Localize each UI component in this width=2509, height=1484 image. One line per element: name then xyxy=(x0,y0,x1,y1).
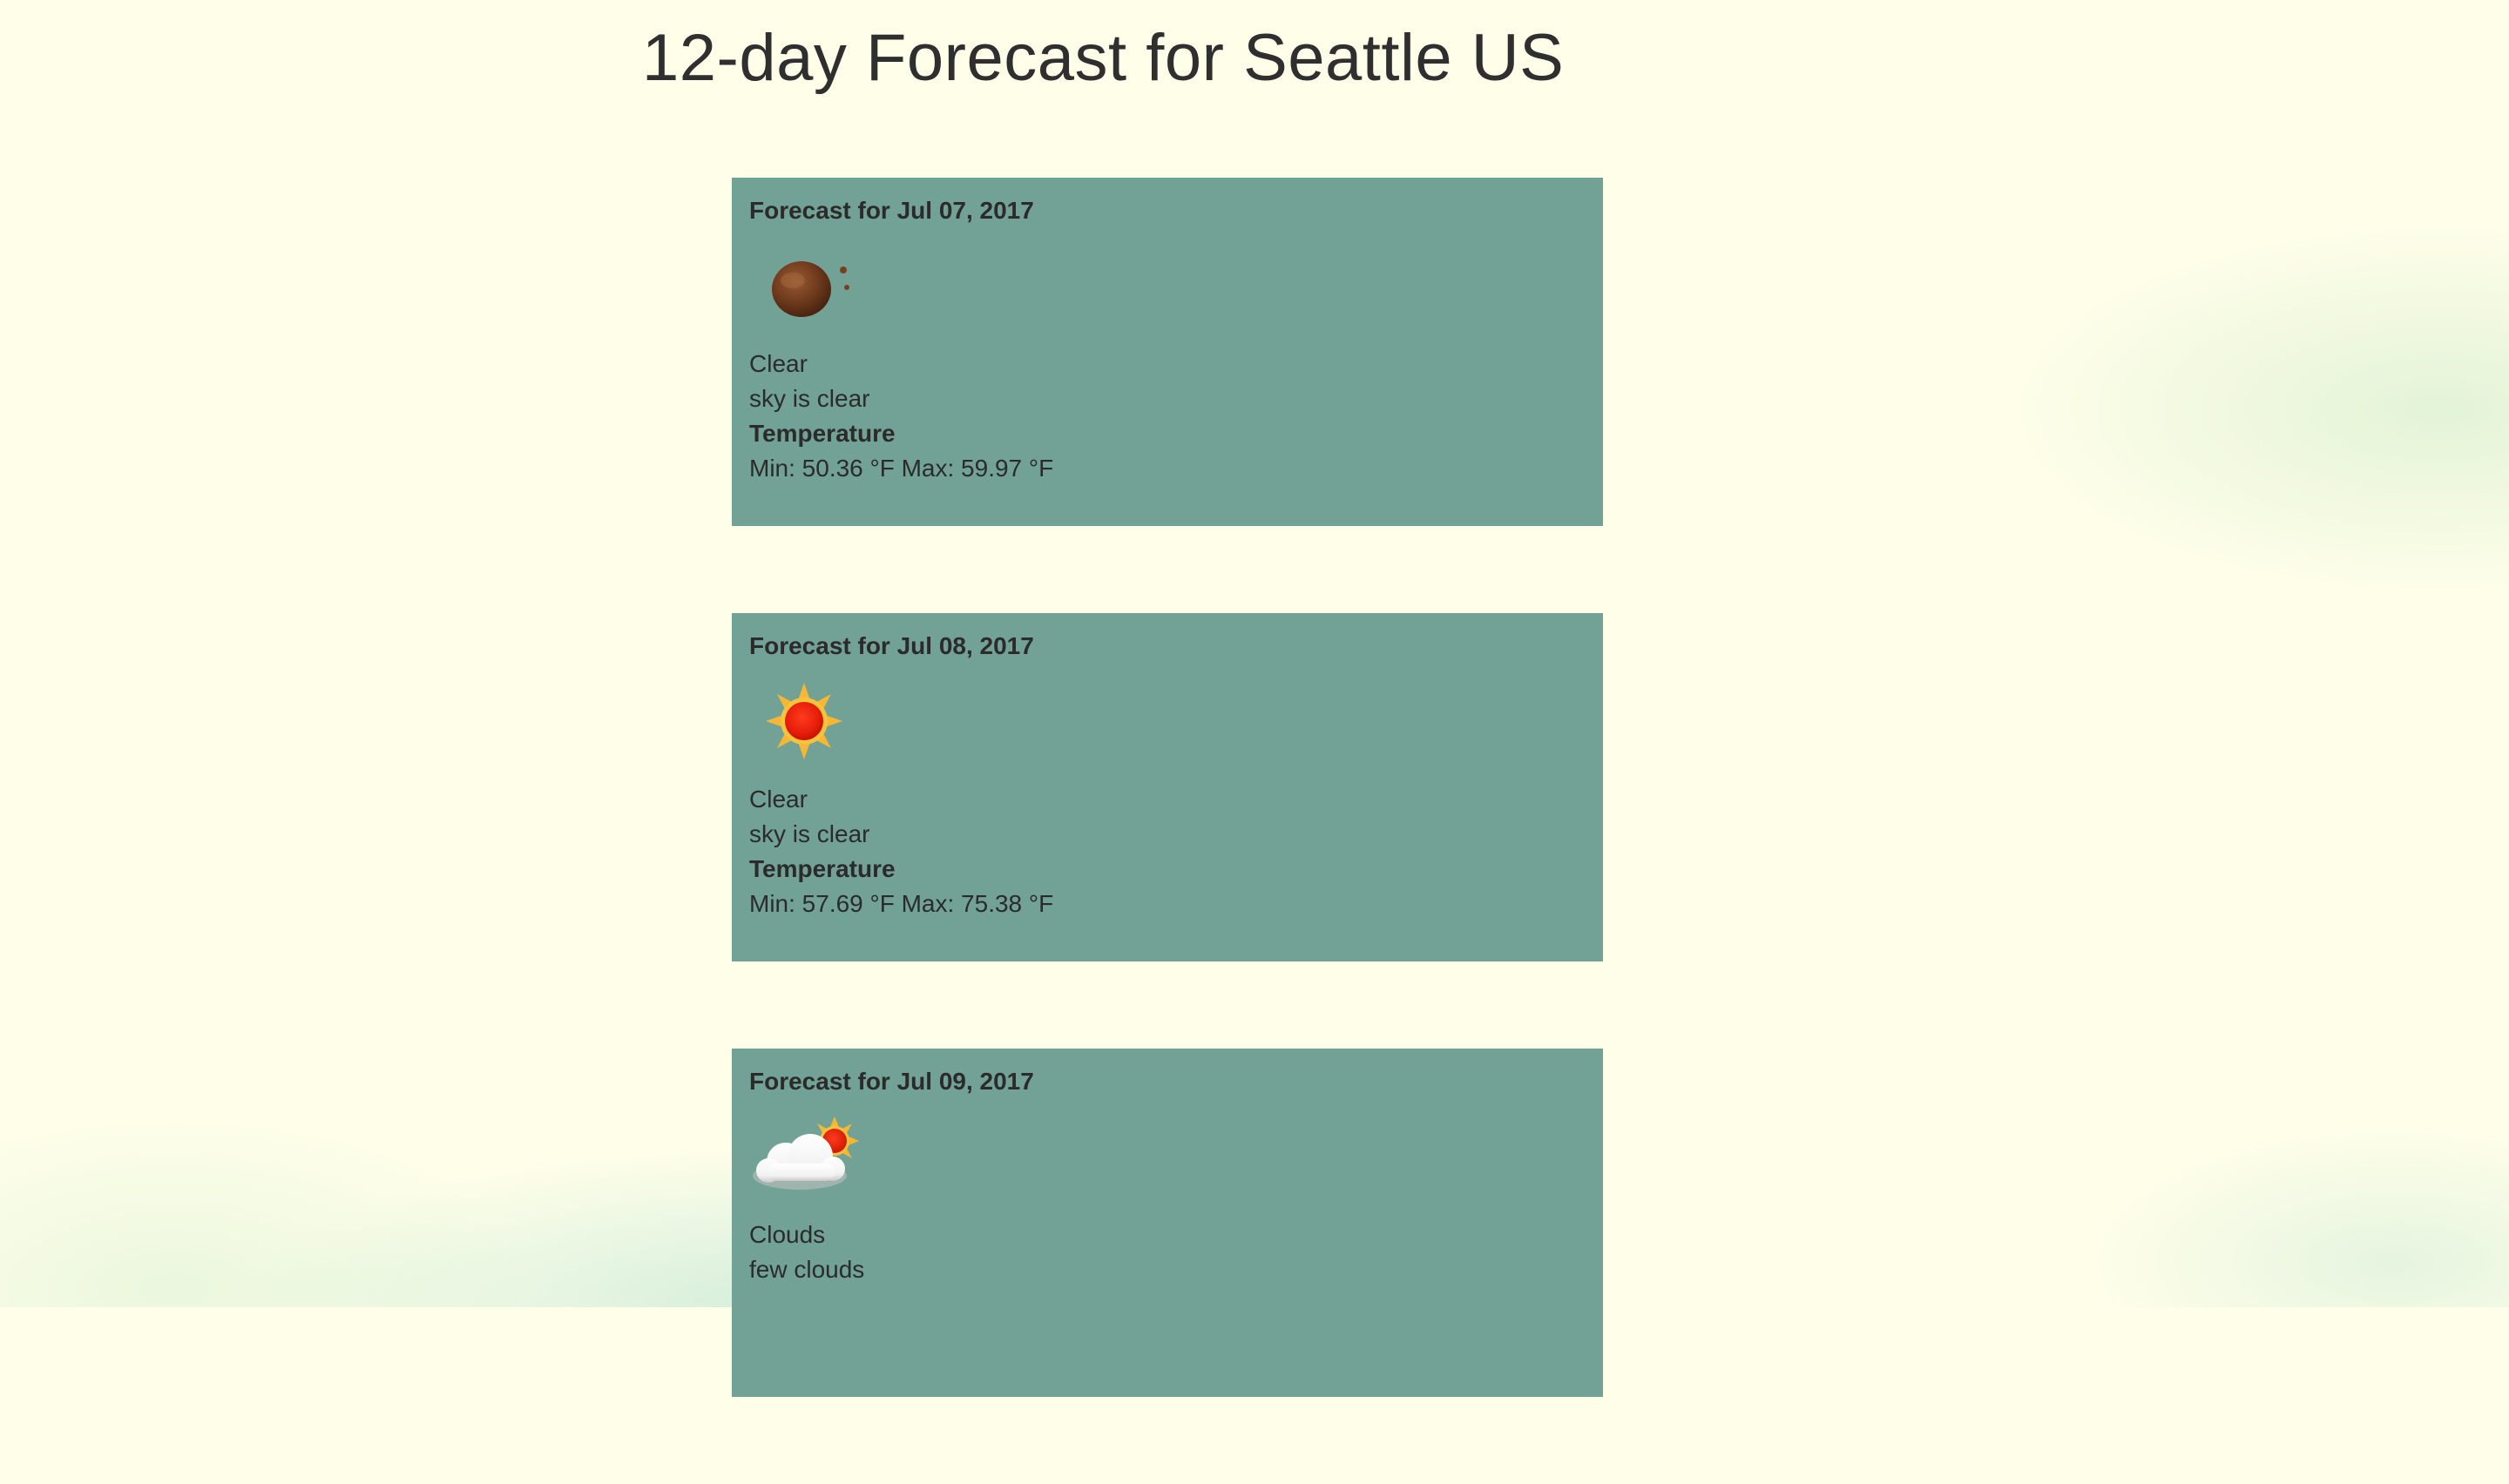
forecast-card: Forecast for Jul 09, 2017 Clouds few clo… xyxy=(732,1049,1603,1397)
forecast-list: Forecast for Jul 07, 2017 Clear sky is c… xyxy=(732,178,1603,1484)
forecast-description: few clouds xyxy=(749,1256,865,1283)
temperature-range: Min: 57.69 °F Max: 75.38 °F xyxy=(749,890,1054,917)
cloud-sun-icon xyxy=(749,1106,871,1209)
forecast-card: Forecast for Jul 08, 2017 Clear sky is c… xyxy=(732,613,1603,961)
forecast-description: sky is clear xyxy=(749,385,870,412)
forecast-card: Forecast for Jul 07, 2017 Clear sky is c… xyxy=(732,178,1603,526)
night-moon-icon xyxy=(749,235,871,338)
temperature-label: Temperature xyxy=(749,855,896,882)
forecast-date-heading: Forecast for Jul 09, 2017 xyxy=(749,1068,1034,1095)
forecast-date-heading: Forecast for Jul 07, 2017 xyxy=(749,197,1034,224)
temperature-range: Min: 50.36 °F Max: 59.97 °F xyxy=(749,455,1054,482)
sun-icon xyxy=(749,671,871,773)
forecast-condition: Clouds xyxy=(749,1221,826,1248)
forecast-condition: Clear xyxy=(749,350,808,377)
forecast-date-heading: Forecast for Jul 08, 2017 xyxy=(749,632,1034,659)
forecast-description: sky is clear xyxy=(749,820,870,847)
page-title: 12-day Forecast for Seattle US xyxy=(642,21,1565,95)
temperature-label: Temperature xyxy=(749,420,896,447)
forecast-condition: Clear xyxy=(749,786,808,813)
